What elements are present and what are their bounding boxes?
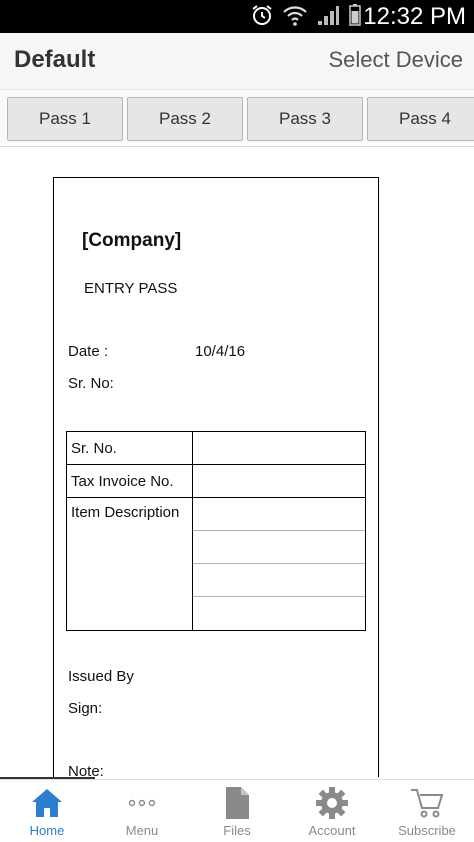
signal-icon: [316, 3, 340, 32]
date-value: 10/4/16: [195, 343, 246, 360]
sign-label: Sign:: [68, 700, 103, 717]
table-subrow: [193, 498, 365, 531]
item-description-cells: [192, 497, 366, 631]
company-name: [Company]: [82, 230, 182, 251]
table-row: Item Description: [66, 497, 366, 631]
alarm-icon: [250, 3, 274, 32]
nav-subscribe[interactable]: Subscribe: [380, 780, 474, 842]
table-cell-value: [192, 431, 366, 465]
file-icon: [190, 785, 284, 821]
nav-menu[interactable]: Menu: [95, 780, 189, 842]
tab-pass-3[interactable]: Pass 3: [247, 97, 363, 141]
sr-no-label: Sr. No:: [68, 375, 114, 392]
nav-label: Home: [29, 823, 65, 838]
tab-pass-1[interactable]: Pass 1: [7, 97, 123, 141]
table-row: Sr. No.: [66, 431, 366, 465]
battery-icon: [348, 3, 362, 32]
pass-tabs: Pass 1 Pass 2 Pass 3 Pass 4: [0, 89, 474, 147]
table-subrow: [193, 597, 365, 630]
table-row: Tax Invoice No.: [66, 464, 366, 498]
nav-account[interactable]: Account: [285, 780, 379, 842]
page-title: Default: [14, 46, 96, 73]
tab-pass-4[interactable]: Pass 4: [367, 97, 474, 141]
nav-label: Menu: [125, 823, 159, 838]
more-dots-icon: [95, 785, 189, 821]
table-cell-value: [192, 464, 366, 498]
cart-icon: [380, 785, 474, 821]
status-icons: [250, 3, 362, 32]
tab-pass-2[interactable]: Pass 2: [127, 97, 243, 141]
nav-label: Subscribe: [398, 823, 456, 838]
nav-home[interactable]: Home: [0, 780, 94, 842]
document-heading: ENTRY PASS: [84, 280, 178, 297]
nav-label: Files: [223, 823, 251, 838]
wifi-icon: [282, 3, 308, 32]
pass-details-table: Sr. No. Tax Invoice No. Item Description: [66, 431, 366, 631]
status-time: 12:32 PM: [363, 3, 466, 30]
nav-files[interactable]: Files: [190, 780, 284, 842]
home-icon: [0, 785, 94, 821]
gear-icon: [285, 785, 379, 821]
table-cell-label: Tax Invoice No.: [66, 464, 193, 498]
table-subrow: [193, 564, 365, 597]
document-viewer[interactable]: [Company] ENTRY PASS Date : 10/4/16 Sr. …: [0, 148, 474, 777]
bottom-nav: Home Menu Files Account Subscribe: [0, 779, 474, 842]
issued-by-label: Issued By: [68, 668, 134, 685]
nav-label: Account: [308, 823, 356, 838]
status-bar: 12:32 PM: [0, 0, 474, 33]
table-subrow: [193, 531, 365, 564]
date-label: Date :: [68, 343, 109, 360]
entry-pass-document: [Company] ENTRY PASS Date : 10/4/16 Sr. …: [53, 177, 379, 777]
note-label: Note:: [68, 763, 104, 777]
table-cell-label: Sr. No.: [66, 431, 193, 465]
app-header: Default Select Device: [0, 33, 474, 89]
select-device-button[interactable]: Select Device: [328, 47, 463, 73]
table-cell-label: Item Description: [66, 497, 193, 631]
